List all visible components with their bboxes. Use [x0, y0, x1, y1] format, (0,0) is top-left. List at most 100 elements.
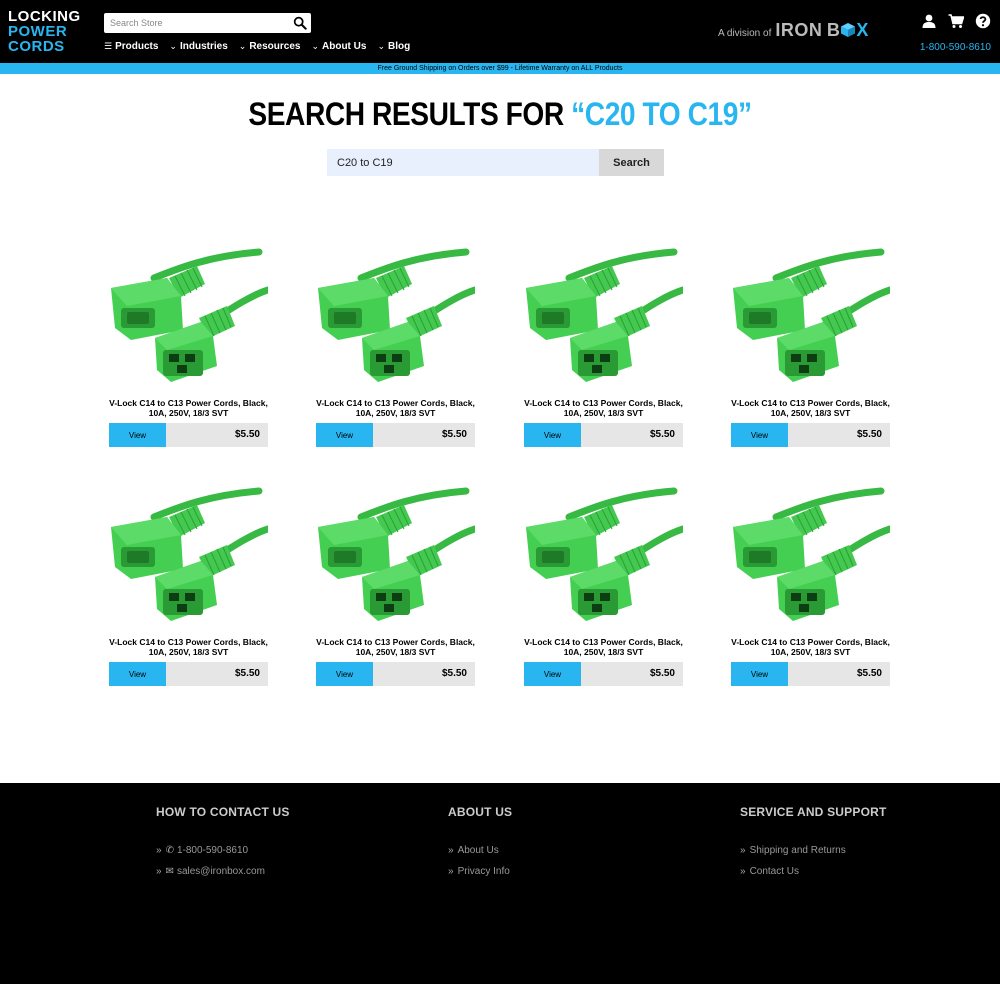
envelope-icon: ✉ [165, 866, 174, 877]
footer-phone-link[interactable]: » ✆ 1-800-590-8610 [156, 844, 290, 857]
footer-link-contact-text: Contact Us [749, 866, 800, 877]
view-button[interactable]: View [316, 423, 373, 447]
product-name-line-1: V-Lock C14 to C13 Power Cords, Black, [316, 637, 475, 647]
ironbox-wordmark-iron: IRON [775, 20, 823, 40]
store-search-input[interactable] [104, 13, 284, 33]
view-button[interactable]: View [524, 662, 581, 686]
product-image[interactable] [109, 238, 268, 388]
double-chevron-icon: » [156, 866, 162, 877]
product-name-line-1: V-Lock C14 to C13 Power Cords, Black, [731, 637, 890, 647]
product-price: $5.50 [856, 429, 882, 440]
product-card: V-Lock C14 to C13 Power Cords, Black, 10… [109, 238, 268, 448]
product-price: $5.50 [649, 668, 675, 679]
product-card: V-Lock C14 to C13 Power Cords, Black, 10… [524, 238, 683, 448]
footer-link-shipping-text: Shipping and Returns [749, 845, 846, 856]
product-name-line-2: 10A, 250V, 18/3 SVT [563, 647, 644, 657]
footer-link-privacy[interactable]: » Privacy Info [448, 865, 512, 878]
product-name[interactable]: V-Lock C14 to C13 Power Cords, Black, 10… [316, 398, 475, 418]
double-chevron-icon: » [156, 845, 162, 856]
product-name[interactable]: V-Lock C14 to C13 Power Cords, Black, 10… [109, 398, 268, 418]
product-card: V-Lock C14 to C13 Power Cords, Black, 10… [316, 238, 475, 448]
view-button[interactable]: View [731, 423, 788, 447]
product-name[interactable]: V-Lock C14 to C13 Power Cords, Black, 10… [524, 398, 683, 418]
product-name[interactable]: V-Lock C14 to C13 Power Cords, Black, 10… [731, 398, 890, 418]
cart-icon[interactable] [948, 13, 965, 29]
page-title: SEARCH RESULTS FOR “C20 TO C19” [60, 96, 940, 133]
product-action-row: View $5.50 [109, 662, 268, 686]
product-image[interactable] [316, 477, 475, 627]
product-image[interactable] [109, 477, 268, 627]
nav-about-us[interactable]: ⌄ About Us [311, 41, 366, 52]
product-name-line-1: V-Lock C14 to C13 Power Cords, Black, [316, 398, 475, 408]
nav-products[interactable]: ☰ Products [104, 41, 158, 52]
promo-banner: Free Ground Shipping on Orders over $99 … [0, 63, 1000, 74]
product-card: V-Lock C14 to C13 Power Cords, Black, 10… [109, 477, 268, 687]
account-icon[interactable] [921, 13, 937, 29]
title-prefix: SEARCH RESULTS FOR [248, 96, 564, 132]
product-action-row: View $5.50 [316, 423, 475, 447]
product-price: $5.50 [649, 429, 675, 440]
product-price: $5.50 [234, 429, 260, 440]
nav-about-us-label: About Us [322, 41, 367, 52]
chevron-down-icon: ⌄ [238, 41, 247, 51]
product-price: $5.50 [441, 429, 467, 440]
product-price: $5.50 [856, 668, 882, 679]
footer-link-privacy-text: Privacy Info [457, 866, 510, 877]
product-name[interactable]: V-Lock C14 to C13 Power Cords, Black, 10… [731, 637, 890, 657]
footer-service-title: SERVICE AND SUPPORT [740, 805, 887, 819]
nav-blog[interactable]: ⌄ Blog [377, 41, 410, 52]
footer-contact: HOW TO CONTACT US » ✆ 1-800-590-8610 » ✉ sal… [156, 805, 290, 886]
view-button[interactable]: View [109, 423, 166, 447]
product-name-line-1: V-Lock C14 to C13 Power Cords, Black, [109, 398, 268, 408]
nav-industries-label: Industries [179, 41, 228, 52]
product-action-row: View $5.50 [731, 662, 890, 686]
view-button[interactable]: View [731, 662, 788, 686]
ironbox-division-logo[interactable]: A division of IRON BX [718, 20, 869, 41]
footer-link-contact[interactable]: » Contact Us [740, 865, 887, 878]
nav-industries[interactable]: ⌄ Industries [169, 41, 227, 52]
view-button[interactable]: View [524, 423, 581, 447]
product-name-line-1: V-Lock C14 to C13 Power Cords, Black, [524, 637, 683, 647]
cable-upper [357, 487, 470, 521]
product-name-line-1: V-Lock C14 to C13 Power Cords, Black, [731, 398, 890, 408]
header-phone-link[interactable]: 1-800-590-8610 [920, 42, 991, 53]
footer-link-about-us-text: About Us [457, 845, 499, 856]
footer-about: ABOUT US » About Us » Privacy Info [448, 805, 512, 886]
double-chevron-icon: » [740, 845, 746, 856]
product-action-row: View $5.50 [316, 662, 475, 686]
search-button[interactable]: Search [599, 149, 664, 176]
footer-email-link[interactable]: » ✉ sales@ironbox.com [156, 865, 290, 878]
footer-link-about-us[interactable]: » About Us [448, 844, 512, 857]
site-footer: HOW TO CONTACT US » ✆ 1-800-590-8610 » ✉ sal… [0, 783, 1000, 984]
product-name[interactable]: V-Lock C14 to C13 Power Cords, Black, 10… [316, 637, 475, 657]
view-button[interactable]: View [109, 662, 166, 686]
double-chevron-icon: » [448, 845, 454, 856]
product-image[interactable] [731, 238, 890, 388]
cable-upper [150, 248, 263, 282]
ironbox-wordmark: IRON BX [775, 20, 868, 41]
search-icon[interactable] [293, 16, 307, 30]
division-prefix: A division of [718, 28, 772, 39]
product-name-line-2: 10A, 250V, 18/3 SVT [770, 647, 851, 657]
product-name-line-1: V-Lock C14 to C13 Power Cords, Black, [524, 398, 683, 408]
cable-upper [150, 487, 263, 521]
nav-resources[interactable]: ⌄ Resources [239, 41, 301, 52]
site-logo[interactable]: LOCKING POWER CORDS [8, 9, 90, 55]
product-name[interactable]: V-Lock C14 to C13 Power Cords, Black, 10… [524, 637, 683, 657]
product-name-line-2: 10A, 250V, 18/3 SVT [355, 408, 436, 418]
results-search-input[interactable] [327, 149, 599, 176]
product-image[interactable] [524, 238, 683, 388]
footer-link-shipping[interactable]: » Shipping and Returns [740, 844, 887, 857]
product-price: $5.50 [441, 668, 467, 679]
product-image[interactable] [524, 477, 683, 627]
nav-blog-label: Blog [388, 41, 411, 52]
view-button[interactable]: View [316, 662, 373, 686]
product-image[interactable] [731, 477, 890, 627]
product-image[interactable] [316, 238, 475, 388]
product-action-row: View $5.50 [524, 423, 683, 447]
chevron-down-icon: ⌄ [311, 41, 319, 51]
footer-email-text: sales@ironbox.com [176, 866, 265, 877]
help-icon[interactable] [975, 13, 991, 29]
chevron-down-icon: ⌄ [377, 41, 385, 51]
product-name[interactable]: V-Lock C14 to C13 Power Cords, Black, 10… [109, 637, 268, 657]
